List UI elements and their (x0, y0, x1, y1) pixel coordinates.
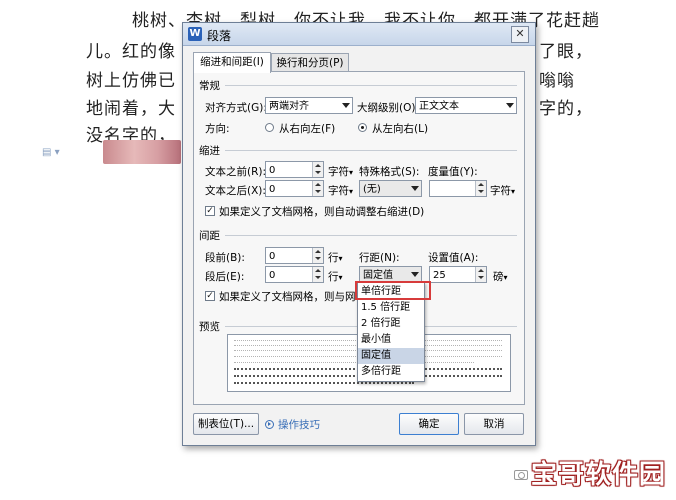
tab-line-page-breaks[interactable]: 换行和分页(P) (271, 53, 349, 72)
indent-after-input[interactable]: 0 (265, 180, 324, 197)
special-format-value: (无) (363, 184, 381, 195)
special-format-label: 特殊格式(S): (359, 166, 420, 178)
site-watermark: 宝哥软件园 (531, 452, 671, 490)
space-before-value: 0 (269, 251, 276, 262)
indent-grid-checkbox[interactable]: ✓ (205, 206, 215, 216)
flower-image[interactable] (103, 140, 181, 164)
spin-buttons[interactable] (312, 181, 323, 196)
outline-value: 正文文本 (419, 101, 459, 112)
indent-before-value: 0 (269, 165, 276, 176)
section-preview: 预览 (199, 321, 220, 333)
doc-line-3: 树上仿佛已 (86, 71, 176, 91)
paragraph-dialog: W 段落 ✕ 缩进和间距(I) 换行和分页(P) 常规 对齐方式(G): 两端对… (182, 22, 536, 446)
section-general: 常规 (199, 80, 220, 92)
ok-button[interactable]: 确定 (399, 413, 459, 435)
divider (225, 150, 517, 151)
wps-writer-icon: W (188, 27, 202, 41)
indent-after-unit[interactable]: 字符▾ (328, 183, 353, 198)
option-1-5[interactable]: 1.5 倍行距 (358, 300, 424, 316)
indent-before-unit[interactable]: 字符▾ (328, 164, 353, 179)
indent-grid-label[interactable]: 如果定义了文档网格，则自动调整右缩进(D) (219, 204, 424, 219)
dialog-title: 段落 (207, 29, 232, 43)
setting-value-input[interactable]: 25 (429, 266, 487, 283)
space-after-input[interactable]: 0 (265, 266, 324, 283)
special-format-select[interactable]: (无) (359, 180, 422, 197)
spin-buttons[interactable] (312, 162, 323, 177)
spacing-grid-label[interactable]: 如果定义了文档网格，则与网格 (219, 289, 366, 304)
radio-rtl[interactable] (265, 123, 274, 132)
dialog-titlebar[interactable]: W 段落 ✕ (183, 23, 535, 46)
play-icon[interactable] (265, 420, 274, 429)
chevron-down-icon (506, 103, 514, 108)
tab-indent-spacing[interactable]: 缩进和间距(I) (193, 52, 271, 73)
cancel-button[interactable]: 取消 (464, 413, 524, 435)
indent-before-label: 文本之前(R): (205, 166, 267, 178)
space-before-label: 段前(B): (205, 252, 245, 264)
divider (225, 235, 517, 236)
doc-fragment-1: 了眼， (539, 42, 593, 62)
tab-stops-button[interactable]: 制表位(T)... (193, 413, 259, 435)
measure-unit[interactable]: 字符▾ (490, 183, 515, 198)
indent-after-label: 文本之后(X): (205, 185, 266, 197)
measure-input[interactable] (429, 180, 487, 197)
divider (225, 85, 517, 86)
chevron-down-icon (411, 186, 419, 191)
option-multiple[interactable]: 多倍行距 (358, 364, 424, 380)
outline-label: 大纲级别(O): (357, 102, 419, 114)
option-minimum[interactable]: 最小值 (358, 332, 424, 348)
indent-after-value: 0 (269, 184, 276, 195)
space-after-label: 段后(E): (205, 271, 245, 283)
doc-line-4: 地闹着，大 (86, 99, 176, 119)
close-button[interactable]: ✕ (511, 26, 529, 43)
camera-icon (514, 470, 528, 480)
space-after-unit[interactable]: 行▾ (328, 269, 343, 284)
spin-buttons[interactable] (475, 181, 486, 196)
align-select[interactable]: 两端对齐 (265, 97, 353, 114)
section-spacing: 间距 (199, 230, 220, 242)
radio-rtl-label[interactable]: 从右向左(F) (279, 121, 335, 136)
space-before-input[interactable]: 0 (265, 247, 324, 264)
indent-before-input[interactable]: 0 (265, 161, 324, 178)
outline-select[interactable]: 正文文本 (415, 97, 517, 114)
space-after-value: 0 (269, 270, 276, 281)
radio-ltr[interactable] (358, 123, 367, 132)
setting-value-label: 设置值(A): (428, 252, 479, 264)
spin-buttons[interactable] (312, 248, 323, 263)
chevron-down-icon (342, 103, 350, 108)
doc-line-2: 儿。红的像 (86, 42, 176, 62)
setting-unit[interactable]: 磅▾ (493, 269, 508, 284)
radio-ltr-label[interactable]: 从左向右(L) (372, 121, 428, 136)
align-value: 两端对齐 (269, 101, 309, 112)
measure-label: 度量值(Y): (428, 166, 478, 178)
space-before-unit[interactable]: 行▾ (328, 250, 343, 265)
direction-label: 方向: (205, 123, 230, 135)
spacing-grid-checkbox[interactable]: ✓ (205, 291, 215, 301)
doc-fragment-3: 字的， (539, 99, 593, 119)
doc-fragment-2: 嗡嗡 (539, 71, 575, 91)
align-label: 对齐方式(G): (205, 102, 267, 114)
line-spacing-label: 行距(N): (359, 252, 400, 264)
spin-buttons[interactable] (312, 267, 323, 282)
option-double[interactable]: 2 倍行距 (358, 316, 424, 332)
paragraph-marker-icon[interactable]: ▤ ▾ (42, 147, 60, 158)
section-indent: 缩进 (199, 145, 220, 157)
spin-buttons[interactable] (475, 267, 486, 282)
chevron-down-icon (411, 272, 419, 277)
option-fixed[interactable]: 固定值 (358, 348, 424, 364)
red-highlight-box (355, 281, 431, 300)
watermark-text: 宝哥软件园 (531, 460, 667, 490)
preview-line (234, 362, 474, 366)
setting-value: 25 (433, 270, 446, 281)
preview-line (234, 382, 414, 387)
tips-link[interactable]: 操作技巧 (278, 417, 320, 432)
line-spacing-value: 固定值 (363, 270, 393, 281)
